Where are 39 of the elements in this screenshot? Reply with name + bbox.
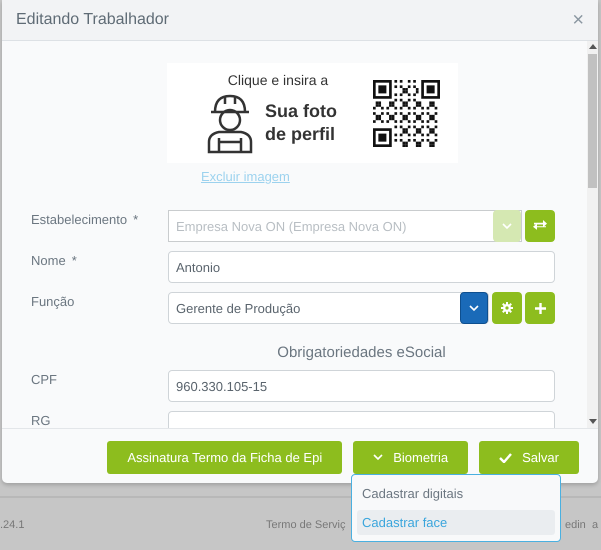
chevron-down-icon (502, 222, 512, 230)
required-mark: * (72, 253, 77, 268)
action-button[interactable]: Assinatura Termo da Ficha de Epi (107, 441, 342, 474)
text-field[interactable]: Antonio (168, 251, 555, 283)
field-label: Estabelecimento * (31, 211, 140, 227)
version-text: .24.1 (0, 519, 24, 531)
footer-link[interactable]: a (592, 519, 598, 531)
field-label: Nome * (31, 252, 78, 268)
scrollbar[interactable] (587, 41, 598, 428)
add-button[interactable] (525, 292, 555, 324)
chevron-down-icon (373, 454, 384, 461)
menu-item[interactable]: Cadastrar digitais (357, 481, 555, 506)
upload-prompt: Clique e insira a (228, 72, 328, 88)
qr-code-icon (373, 80, 440, 146)
action-button[interactable]: Salvar (479, 441, 579, 474)
swap-button[interactable] (525, 210, 555, 242)
close-button[interactable]: × (572, 8, 584, 32)
action-button[interactable]: Biometria (353, 441, 468, 474)
footer-link[interactable]: edin (565, 519, 586, 531)
photo-upload[interactable]: Clique e insira a Sua foto de perfil (167, 63, 458, 163)
field-label: Função (31, 293, 76, 309)
settings-button[interactable] (492, 292, 522, 324)
section-heading: Obrigatoriedades eSocial (276, 344, 447, 361)
gear-icon (501, 302, 513, 314)
photo-caption: Sua foto de perfil (265, 100, 338, 146)
select-field[interactable]: Gerente de Produção (168, 292, 489, 324)
delete-image-link[interactable]: Excluir imagem (201, 169, 290, 184)
menu-item[interactable]: Cadastrar face (357, 510, 555, 535)
window-title: Editando Trabalhador (16, 11, 169, 29)
field-label: CPF (31, 371, 58, 387)
field-label: RG (31, 412, 52, 428)
worker-icon (207, 92, 253, 154)
required-mark: * (133, 212, 138, 227)
check-icon (499, 452, 512, 462)
footer-link[interactable]: Termo de Serviç (266, 519, 346, 531)
chevron-down-icon (469, 304, 479, 312)
text-field[interactable]: 960.330.105-15 (168, 370, 555, 402)
swap-arrows-icon (533, 220, 547, 232)
plus-icon (534, 302, 546, 314)
